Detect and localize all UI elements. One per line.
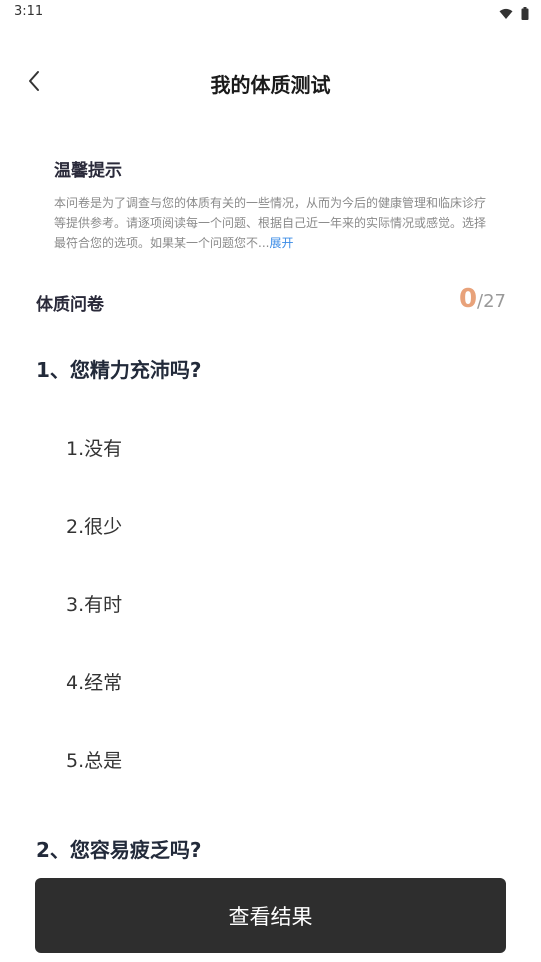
questionnaire-label: 体质问卷: [36, 295, 104, 315]
wifi-icon: [499, 5, 513, 24]
page-title: 我的体质测试: [210, 73, 331, 97]
progress-count: 0 /27: [459, 284, 506, 314]
status-time: 3:11: [14, 4, 44, 19]
answer-option[interactable]: 3.有时: [66, 590, 122, 617]
total-count: /27: [477, 291, 506, 312]
question-title: 2、您容易疲乏吗?: [36, 838, 202, 862]
status-bar: 3:11: [0, 0, 541, 26]
answer-option[interactable]: 4.经常: [66, 668, 122, 695]
question-title: 1、您精力充沛吗?: [36, 358, 202, 382]
answer-option[interactable]: 2.很少: [66, 512, 122, 539]
battery-icon: [521, 5, 529, 24]
questionnaire-header: 体质问卷 0 /27: [36, 284, 506, 324]
nav-bar: 我的体质测试: [0, 55, 541, 111]
answer-option[interactable]: 5.总是: [66, 746, 122, 773]
answered-count: 0: [458, 284, 478, 314]
view-result-button[interactable]: 查看结果: [35, 878, 506, 953]
tips-body: 本问卷是为了调查与您的体质有关的一些情况，从而为今后的健康管理和临床诊疗等提供参…: [54, 193, 494, 253]
view-result-label: 查看结果: [228, 904, 313, 929]
tips-title: 温馨提示: [54, 161, 122, 181]
expand-link[interactable]: 展开: [269, 236, 293, 250]
status-icons: [499, 5, 529, 24]
tips-section: 温馨提示 本问卷是为了调查与您的体质有关的一些情况，从而为今后的健康管理和临床诊…: [54, 156, 494, 253]
answer-option[interactable]: 1.没有: [66, 434, 122, 461]
